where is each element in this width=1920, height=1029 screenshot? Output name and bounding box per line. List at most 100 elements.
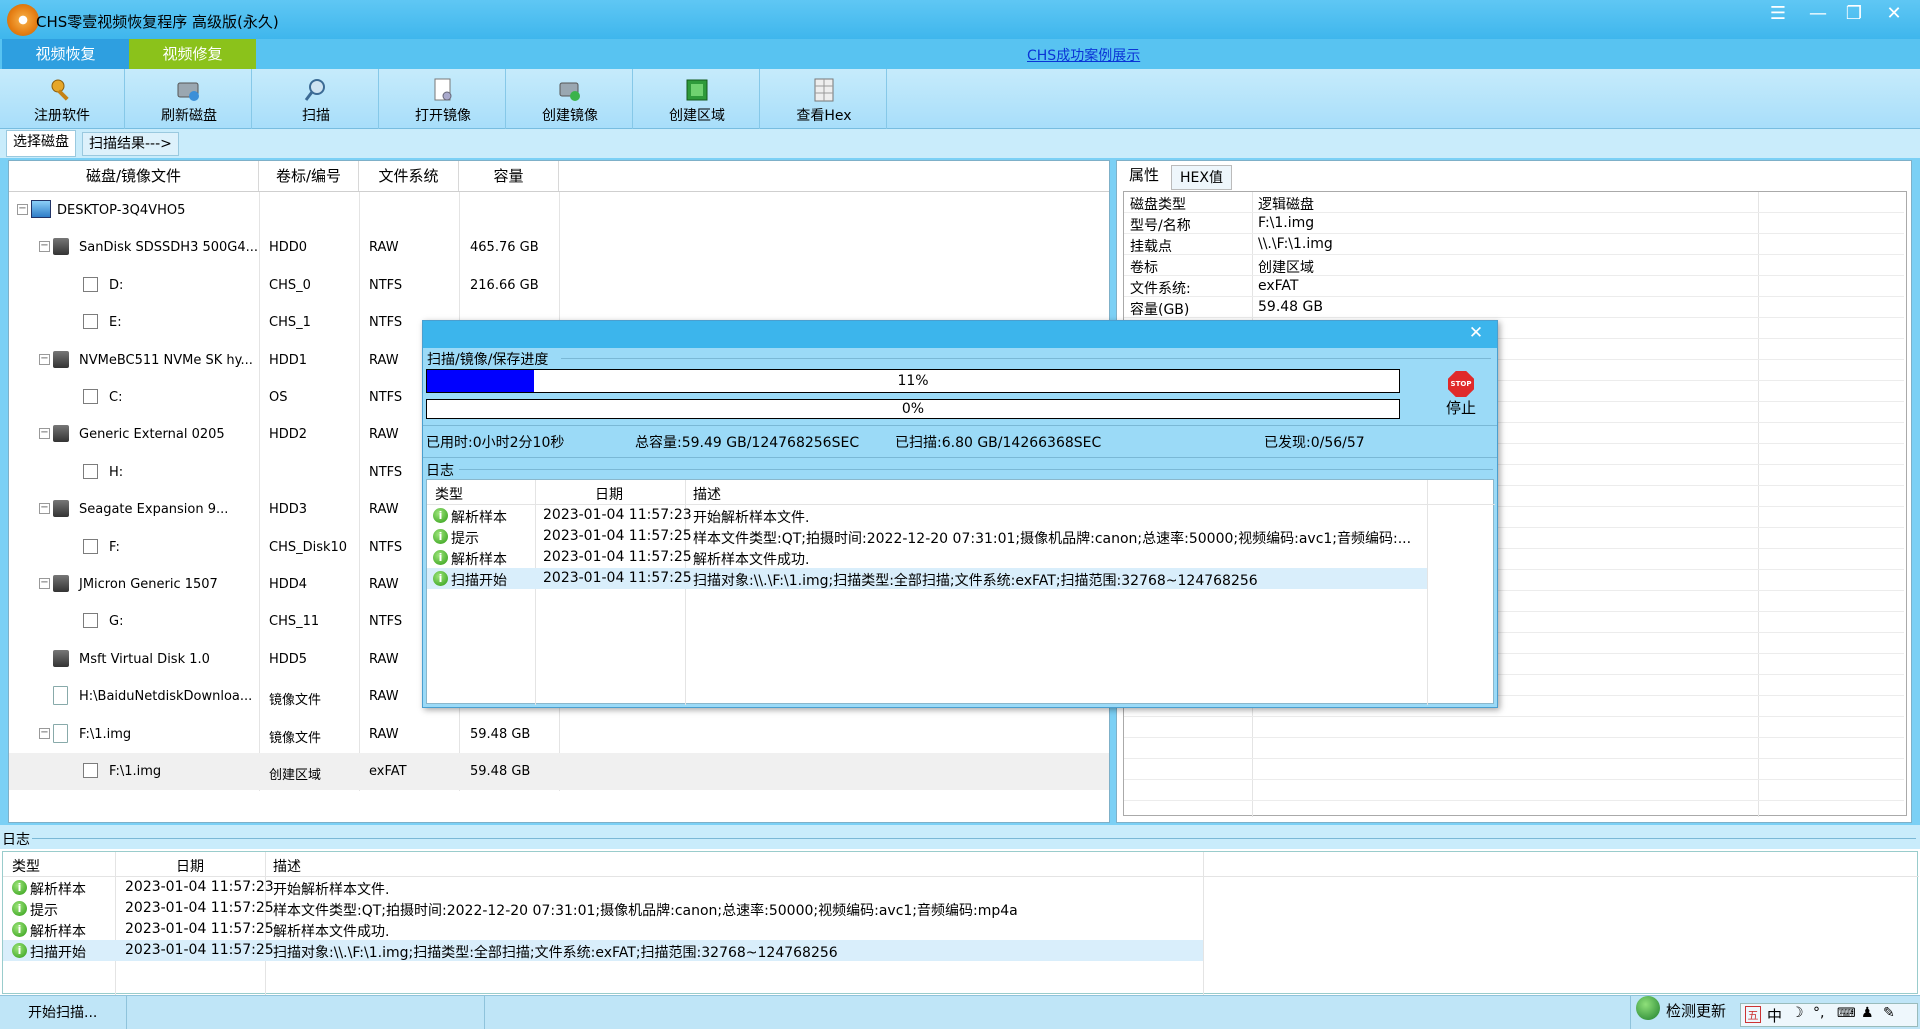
property-value: 逻辑磁盘 <box>1258 197 1314 213</box>
ime-settings-icon[interactable]: ✎ <box>1883 1005 1895 1021</box>
create-image-button[interactable]: 创建镜像 <box>508 69 633 129</box>
log-row[interactable]: i 扫描开始 2023-01-04 11:57:25 扫描对象:\\.\F:\1… <box>3 940 1203 961</box>
refresh-disk-button[interactable]: 刷新磁盘 <box>127 69 252 129</box>
volume-checkbox[interactable] <box>83 276 98 292</box>
key-icon <box>51 79 69 101</box>
ime-user-icon[interactable]: ♟ <box>1861 1005 1874 1021</box>
disk-label: HDD2 <box>269 427 308 443</box>
tab-video-recovery[interactable]: 视频恢复 <box>2 39 129 69</box>
disk-row[interactable]: − F:\1.img 镜像文件 RAW 59.48 GB <box>9 716 1109 753</box>
dialog-close-button[interactable]: ✕ <box>1461 323 1491 345</box>
menu-icon[interactable]: ☰ <box>1760 2 1796 26</box>
log-row[interactable]: i 提示 2023-01-04 11:57:25 样本文件类型:QT;拍摄时间:… <box>427 526 1427 547</box>
disk-name: H:\BaiduNetdiskDownloa... <box>79 689 253 705</box>
tree-toggle-icon[interactable]: − <box>39 353 50 365</box>
disk-fs: NTFS <box>369 464 403 480</box>
disk-row[interactable]: − SanDisk SDSSDH3 500G4... HDD0 RAW 465.76 G… <box>9 229 1109 266</box>
create-region-button[interactable]: 创建区域 <box>635 69 760 129</box>
register-button[interactable]: 注册软件 <box>0 69 125 129</box>
bottom-log-col-type[interactable]: 类型 <box>12 856 40 876</box>
info-icon: i <box>12 943 27 958</box>
image-file-icon <box>53 723 68 743</box>
disk-label: HDD4 <box>269 577 308 592</box>
ime-moon-icon[interactable]: ☽ <box>1791 1005 1804 1021</box>
check-update-button[interactable]: 检测更新 <box>1666 1000 1726 1021</box>
tab-video-repair[interactable]: 视频修复 <box>129 39 256 69</box>
disk-fs: RAW <box>369 651 399 667</box>
property-row: 磁盘类型 逻辑磁盘 <box>1124 192 1904 213</box>
property-value: 创建区域 <box>1258 260 1314 276</box>
bottom-log-grid: 类型 日期 描述 i 解析样本 2023-01-04 11:57:23 开始解析… <box>2 851 1919 995</box>
volume-checkbox[interactable] <box>83 463 98 479</box>
disk-row[interactable]: − DESKTOP-3Q4VHO5 <box>9 192 1109 229</box>
disk-name: E: <box>109 315 122 331</box>
col-fs[interactable]: 文件系统 <box>359 161 459 191</box>
volume-checkbox[interactable] <box>83 389 98 404</box>
tab-properties[interactable]: 属性 <box>1121 163 1168 188</box>
disk-label: 镜像文件 <box>269 730 322 746</box>
progress-text-scan: 11% <box>897 373 929 389</box>
tree-toggle-icon[interactable]: − <box>39 428 50 440</box>
log-row[interactable]: i 解析样本 2023-01-04 11:57:25 解析样本文件成功. <box>3 919 1203 940</box>
volume-checkbox[interactable] <box>83 613 98 629</box>
tab-scan-results[interactable]: 扫描结果---> <box>82 132 179 156</box>
tree-toggle-icon[interactable]: − <box>17 204 28 215</box>
tab-select-disk[interactable]: 选择磁盘 <box>6 130 76 157</box>
create-region-label: 创建区域 <box>669 108 725 124</box>
dialog-log-col-desc[interactable]: 描述 <box>693 484 721 504</box>
log-row[interactable]: i 扫描开始 2023-01-04 11:57:25 扫描对象:\\.\F:\1… <box>427 568 1427 589</box>
disk-name: D: <box>109 277 124 293</box>
log-date: 2023-01-04 11:57:25 <box>543 570 692 586</box>
progress-section-title: 扫描/镜像/保存进度 <box>427 352 549 368</box>
log-row[interactable]: i 提示 2023-01-04 11:57:25 样本文件类型:QT;拍摄时间:… <box>3 898 1203 919</box>
stop-label: 停止 <box>1445 399 1476 417</box>
open-image-button[interactable]: 打开镜像 <box>381 69 506 129</box>
view-hex-button[interactable]: 查看Hex <box>762 69 887 129</box>
computer-icon <box>31 200 51 218</box>
tab-hex-value[interactable]: HEX值 <box>1171 165 1232 190</box>
elapsed-time: 已用时:0小时2分10秒 <box>426 435 565 451</box>
open-image-label: 打开镜像 <box>415 108 471 124</box>
status-text: 开始扫描... <box>28 1005 98 1021</box>
disk-name: Seagate Expansion 9... <box>79 502 229 518</box>
ime-chinese-mode[interactable]: 中 <box>1767 1005 1782 1026</box>
disk-row[interactable]: D: CHS_0 NTFS 216.66 GB <box>9 267 1109 304</box>
scan-button[interactable]: 扫描 <box>254 69 379 129</box>
log-desc: 扫描对象:\\.\F:\1.img;扫描类型:全部扫描;文件系统:exFAT;扫… <box>693 573 1258 589</box>
stop-button[interactable]: STOP 停止 <box>1431 371 1491 421</box>
property-row <box>1124 780 1904 801</box>
log-row[interactable]: i 解析样本 2023-01-04 11:57:23 开始解析样本文件. <box>427 505 1427 526</box>
disk-name: F:\1.img <box>79 726 132 742</box>
ime-keyboard-icon[interactable]: ⌨ <box>1837 1006 1856 1021</box>
bottom-log-col-date[interactable]: 日期 <box>176 856 204 876</box>
dialog-log-title: 日志 <box>426 463 454 479</box>
bottom-log-col-desc[interactable]: 描述 <box>273 856 301 876</box>
log-row[interactable]: i 解析样本 2023-01-04 11:57:25 解析样本文件成功. <box>427 547 1427 568</box>
disk-row[interactable]: F:\1.img 创建区域 exFAT 59.48 GB <box>9 753 1109 790</box>
col-label[interactable]: 卷标/编号 <box>259 161 359 191</box>
log-date: 2023-01-04 11:57:23 <box>125 879 274 895</box>
minimize-button[interactable]: — <box>1800 2 1836 26</box>
volume-checkbox[interactable] <box>83 314 98 330</box>
ime-logo-icon[interactable]: 五 <box>1745 1006 1761 1023</box>
property-row: 卷标 创建区域 <box>1124 255 1904 276</box>
tree-toggle-icon[interactable]: − <box>39 503 50 515</box>
tree-toggle-icon[interactable]: − <box>39 578 50 589</box>
disk-fs: RAW <box>369 726 399 742</box>
disk-fs: RAW <box>369 502 399 518</box>
showcase-link[interactable]: CHS成功案例展示 <box>1027 45 1140 65</box>
close-button[interactable]: ✕ <box>1876 2 1912 26</box>
col-disk[interactable]: 磁盘/镜像文件 <box>9 161 259 191</box>
volume-checkbox[interactable] <box>83 763 98 778</box>
disk-name: H: <box>109 464 124 480</box>
tree-toggle-icon[interactable]: − <box>39 727 50 739</box>
dialog-log-col-type[interactable]: 类型 <box>435 484 463 504</box>
col-size[interactable]: 容量 <box>459 161 559 191</box>
maximize-button[interactable]: ❐ <box>1836 2 1872 26</box>
volume-checkbox[interactable] <box>83 538 98 554</box>
log-row[interactable]: i 解析样本 2023-01-04 11:57:23 开始解析样本文件. <box>3 877 1203 898</box>
bottom-log-header-strip <box>0 825 1920 849</box>
dialog-log-col-date[interactable]: 日期 <box>595 484 623 504</box>
tree-toggle-icon[interactable]: − <box>39 241 50 253</box>
ime-punct-icon[interactable]: °, <box>1813 1005 1824 1021</box>
